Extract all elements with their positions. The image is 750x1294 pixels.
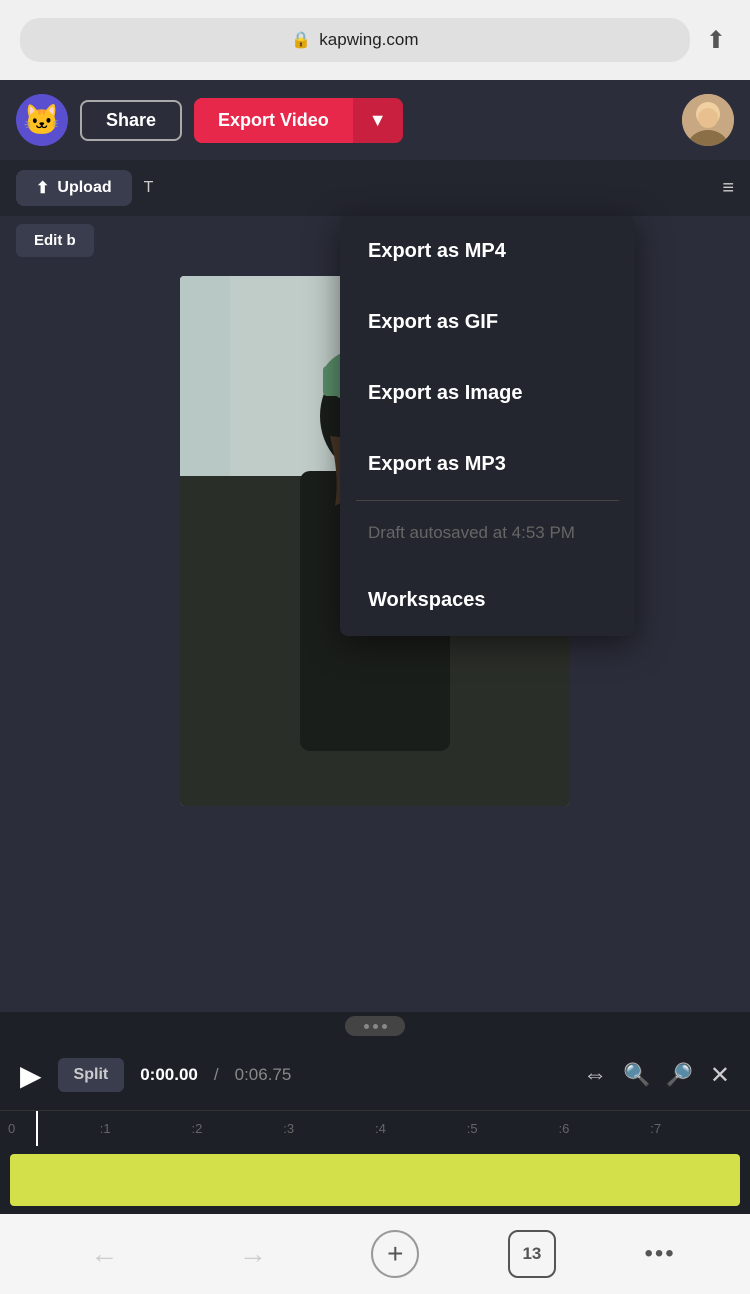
export-mp3-item[interactable]: Export as MP3 — [340, 429, 635, 500]
dropdown-menu: Export as MP4 Export as GIF Export as Im… — [340, 216, 635, 636]
user-avatar-image — [682, 94, 734, 146]
ruler-mark-6: :6 — [559, 1121, 651, 1136]
ruler-mark-0: 0 — [8, 1121, 100, 1136]
export-mp4-label: Export as MP4 — [368, 240, 506, 263]
zoom-in-button[interactable]: 🔍 — [666, 1061, 693, 1090]
playback-bar: ▶ Split 0:00.00 / 0:06.75 ⇔ 🔍 🔍 ✕ — [0, 1040, 750, 1110]
ruler-mark-3: :3 — [283, 1121, 375, 1136]
app-container: 🐱 Share Export Video ▼ ⬆ — [0, 80, 750, 1214]
timeline-ruler: 0 :1 :2 :3 :4 :5 :6 :7 — [0, 1110, 750, 1146]
tab-count-button[interactable]: 13 — [508, 1230, 556, 1278]
navbar: 🐱 Share Export Video ▼ — [0, 80, 750, 160]
workspaces-item[interactable]: Workspaces — [340, 565, 635, 636]
back-button[interactable]: ← — [74, 1230, 134, 1278]
bottom-nav: ← → + 13 ••• — [0, 1214, 750, 1294]
url-text: kapwing.com — [319, 30, 418, 50]
export-dropdown-button[interactable]: ▼ — [353, 98, 403, 143]
export-gif-item[interactable]: Export as GIF — [340, 287, 635, 358]
lock-icon: 🔒 — [291, 30, 311, 50]
ruler-mark-4: :4 — [375, 1121, 467, 1136]
text-tool-label: T — [144, 179, 154, 197]
upload-label: Upload — [57, 179, 111, 197]
zoom-out-button[interactable]: 🔍 — [623, 1061, 650, 1090]
toolbar2: ⬆ Upload T ≡ — [0, 160, 750, 216]
track-clip[interactable] — [10, 1154, 740, 1206]
edit-b-button[interactable]: Edit b — [16, 224, 94, 257]
time-current: 0:00.00 — [140, 1065, 198, 1085]
play-button[interactable]: ▶ — [20, 1059, 42, 1092]
split-button[interactable]: Split — [58, 1058, 125, 1092]
browser-share-button[interactable]: ⬆ — [706, 26, 726, 55]
add-tab-button[interactable]: + — [371, 1230, 419, 1278]
export-video-button[interactable]: Export Video — [194, 98, 353, 143]
ruler-mark-7: :7 — [650, 1121, 742, 1136]
ruler-mark-2: :2 — [192, 1121, 284, 1136]
ruler-mark-1: :1 — [100, 1121, 192, 1136]
drag-dot-2 — [373, 1024, 378, 1029]
timeline-track[interactable] — [0, 1146, 750, 1214]
drag-dot-3 — [382, 1024, 387, 1029]
upload-icon: ⬆ — [36, 178, 49, 198]
chevron-down-icon: ▼ — [369, 110, 387, 131]
share-button[interactable]: Share — [80, 100, 182, 141]
export-mp4-item[interactable]: Export as MP4 — [340, 216, 635, 287]
time-separator: / — [214, 1065, 219, 1085]
export-gif-label: Export as GIF — [368, 311, 498, 334]
menu-icon: ≡ — [722, 177, 734, 200]
export-mp3-label: Export as MP3 — [368, 453, 506, 476]
timeline-needle — [36, 1111, 38, 1146]
export-image-item[interactable]: Export as Image — [340, 358, 635, 429]
fit-button[interactable]: ⇔ — [583, 1061, 607, 1090]
logo-icon: 🐱 — [23, 103, 60, 138]
user-avatar[interactable] — [682, 94, 734, 146]
time-total: 0:06.75 — [235, 1065, 292, 1085]
browser-chrome: 🔒 kapwing.com ⬆ — [0, 0, 750, 80]
export-image-label: Export as Image — [368, 382, 523, 405]
more-button[interactable]: ••• — [644, 1240, 675, 1268]
forward-button[interactable]: → — [223, 1230, 283, 1278]
edit-bar: Edit b — [16, 224, 94, 257]
drag-handle-area — [0, 1012, 750, 1040]
playback-controls: ⇔ 🔍 🔍 ✕ — [583, 1061, 730, 1090]
upload-button[interactable]: ⬆ Upload — [16, 170, 132, 206]
draft-autosave-text: Draft autosaved at 4:53 PM — [340, 501, 635, 565]
url-bar[interactable]: 🔒 kapwing.com — [20, 18, 690, 62]
main-content: Edit b — [0, 216, 750, 1012]
workspaces-label: Workspaces — [368, 589, 485, 612]
export-btn-group: Export Video ▼ — [194, 98, 403, 143]
close-button[interactable]: ✕ — [710, 1061, 730, 1090]
drag-dot-1 — [364, 1024, 369, 1029]
ruler-mark-5: :5 — [467, 1121, 559, 1136]
drag-handle[interactable] — [345, 1016, 405, 1036]
logo-avatar[interactable]: 🐱 — [16, 94, 68, 146]
